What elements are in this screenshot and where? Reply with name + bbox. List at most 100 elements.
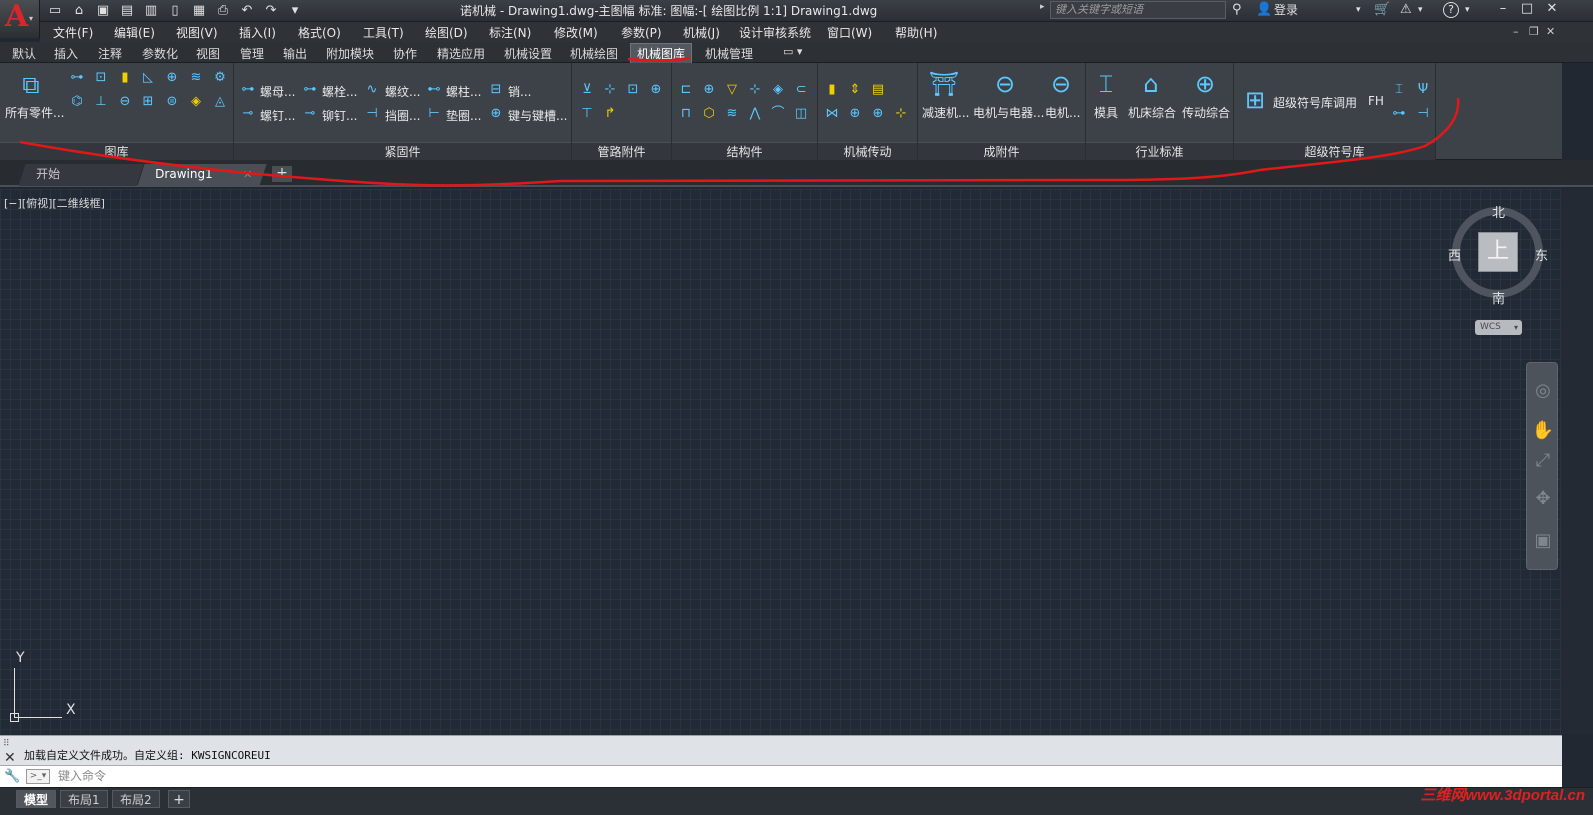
- close-icon[interactable]: ✕: [1541, 0, 1563, 18]
- menu-design-review[interactable]: 设计审核系统: [739, 24, 811, 41]
- viewport-controls[interactable]: [−][俯视][二维线框]: [4, 195, 105, 211]
- screw-icon[interactable]: ⊸: [239, 105, 257, 123]
- search-input[interactable]: 键入关键字或短语: [1050, 1, 1226, 19]
- login-dropdown-icon[interactable]: ▾: [1356, 1, 1361, 19]
- clutch-icon[interactable]: ⊕: [869, 105, 887, 123]
- link-icon[interactable]: ⊶: [1390, 105, 1408, 123]
- belt-icon[interactable]: ▮: [823, 81, 841, 99]
- motor-button[interactable]: 电机...: [1045, 104, 1080, 121]
- all-parts-button[interactable]: 所有零件...: [5, 104, 64, 121]
- tab-model[interactable]: 模型: [16, 790, 57, 808]
- tab-featured-apps[interactable]: 精选应用: [437, 45, 485, 62]
- washer-button[interactable]: 垫圈...: [446, 107, 481, 124]
- symbol-library-icon[interactable]: ⊞: [1238, 85, 1272, 115]
- support-icon[interactable]: ⋀: [746, 105, 764, 123]
- customize-wrench-icon[interactable]: 🔧: [4, 769, 20, 784]
- spring-icon[interactable]: ≋: [187, 69, 205, 87]
- shaft-icon[interactable]: ⊶: [68, 69, 86, 87]
- transmission-button[interactable]: 传动综合: [1182, 104, 1230, 121]
- bolt-button[interactable]: 螺栓...: [322, 83, 357, 100]
- help-icon[interactable]: ?: [1443, 2, 1459, 18]
- pipe-tee-icon[interactable]: ⊤: [578, 105, 596, 123]
- minimize-icon[interactable]: –: [1492, 0, 1514, 18]
- fh-button[interactable]: FH: [1368, 94, 1384, 108]
- web-mobile-icon[interactable]: ▯: [166, 2, 184, 19]
- bracket-icon[interactable]: ⊞: [139, 93, 157, 111]
- pipe-elbow-icon[interactable]: ↱: [601, 105, 619, 123]
- angle-icon[interactable]: ◺: [139, 69, 157, 87]
- pin-button[interactable]: 销...: [508, 83, 531, 100]
- channel-icon[interactable]: ⊏: [677, 81, 695, 99]
- pipe-joint-icon[interactable]: ⊹: [601, 81, 619, 99]
- tab-layout1[interactable]: 布局1: [60, 790, 108, 808]
- tab-insert[interactable]: 插入: [54, 45, 78, 62]
- menu-help[interactable]: 帮助(H): [895, 24, 937, 41]
- exchange-icon[interactable]: ⚠: [1400, 1, 1412, 19]
- maximize-icon[interactable]: □: [1516, 0, 1538, 18]
- pipe-flange-icon[interactable]: ⊡: [624, 81, 642, 99]
- gear-train-icon[interactable]: ▤: [869, 81, 887, 99]
- fork-icon[interactable]: Ψ: [1414, 81, 1432, 99]
- all-parts-icon[interactable]: ⧉: [14, 70, 48, 100]
- machine-tool-button[interactable]: 机床综合: [1128, 104, 1176, 121]
- menu-edit[interactable]: 编辑(E): [114, 24, 155, 41]
- motor-electric-icon[interactable]: ⊖: [988, 69, 1022, 99]
- slot-icon[interactable]: ⊂: [792, 81, 810, 99]
- tab-parametric[interactable]: 参数化: [142, 45, 178, 62]
- fitting-icon[interactable]: ⊥: [92, 93, 110, 111]
- tab-default[interactable]: 默认: [12, 45, 36, 62]
- worm-icon[interactable]: ⋈: [823, 105, 841, 123]
- tab-annotate[interactable]: 注释: [98, 45, 122, 62]
- orbit-icon[interactable]: ✥: [1531, 487, 1555, 511]
- thread-icon[interactable]: ∿: [363, 81, 381, 99]
- tab-manage[interactable]: 管理: [240, 45, 264, 62]
- washer-icon[interactable]: ⊢: [425, 105, 443, 123]
- wheel-icon[interactable]: ⊜: [163, 93, 181, 111]
- hex-part-icon[interactable]: ⬡: [700, 105, 718, 123]
- application-menu-button[interactable]: A ▾: [0, 0, 40, 38]
- save-to-cloud-icon[interactable]: ▦: [190, 2, 208, 19]
- viewcube-east[interactable]: 东: [1535, 245, 1548, 264]
- search-expand-icon[interactable]: ▸: [1040, 2, 1045, 12]
- tee-section-icon[interactable]: ⊕: [700, 81, 718, 99]
- seal-icon[interactable]: ⊖: [116, 93, 134, 111]
- new-file-icon[interactable]: ▭: [46, 2, 64, 19]
- key-button[interactable]: 键与键槽...: [508, 107, 567, 124]
- binoculars-icon[interactable]: ⚲: [1232, 1, 1242, 19]
- angle-bracket-icon[interactable]: ⌒: [769, 105, 787, 123]
- tab-collaborate[interactable]: 协作: [393, 45, 417, 62]
- user-icon[interactable]: 👤: [1256, 1, 1272, 19]
- wcs-menu[interactable]: WCS ▾: [1475, 320, 1522, 335]
- bearing-icon[interactable]: ⊡: [92, 69, 110, 87]
- viewcube-west[interactable]: 西: [1448, 245, 1461, 264]
- menu-modify[interactable]: 修改(M): [554, 24, 598, 41]
- retaining-ring-icon[interactable]: ⊣: [363, 105, 381, 123]
- i-beam-icon[interactable]: ⌶: [1390, 81, 1408, 99]
- tab-mech-drawing[interactable]: 机械绘图: [570, 45, 618, 62]
- viewcube-face[interactable]: 上: [1478, 232, 1518, 272]
- funnel-icon[interactable]: ▽: [723, 81, 741, 99]
- menu-window[interactable]: 窗口(W): [827, 24, 872, 41]
- reducer-icon[interactable]: ⛩: [927, 69, 961, 99]
- nut-icon[interactable]: ⊶: [239, 81, 257, 99]
- menu-dimension[interactable]: 标注(N): [489, 24, 531, 41]
- hole-icon[interactable]: ⊕: [163, 69, 181, 87]
- tab-mech-library[interactable]: 机械图库: [630, 43, 693, 63]
- machine-tool-icon[interactable]: ⌂: [1134, 69, 1168, 99]
- pan-icon[interactable]: ✋: [1531, 419, 1555, 443]
- command-close-icon[interactable]: ✕: [4, 750, 16, 766]
- stud-icon[interactable]: ⊷: [425, 81, 443, 99]
- bar-icon[interactable]: ⊣: [1414, 105, 1432, 123]
- save-icon[interactable]: ▣: [94, 2, 112, 19]
- menu-file[interactable]: 文件(F): [53, 24, 93, 41]
- tab-view[interactable]: 视图: [196, 45, 220, 62]
- open-folder-icon[interactable]: ⌂: [70, 2, 88, 19]
- steering-wheel-icon[interactable]: ◎: [1531, 379, 1555, 403]
- ribbon-toggle-icon[interactable]: ▭ ▾: [783, 45, 802, 58]
- showmotion-icon[interactable]: ▣: [1531, 529, 1555, 553]
- retaining-ring-button[interactable]: 挡圈...: [385, 107, 420, 124]
- help-dropdown-icon[interactable]: ▾: [1465, 1, 1470, 19]
- brake-icon[interactable]: ⊹: [892, 105, 910, 123]
- valve-icon[interactable]: ◬: [211, 93, 229, 111]
- publish-icon[interactable]: ▥: [142, 2, 160, 19]
